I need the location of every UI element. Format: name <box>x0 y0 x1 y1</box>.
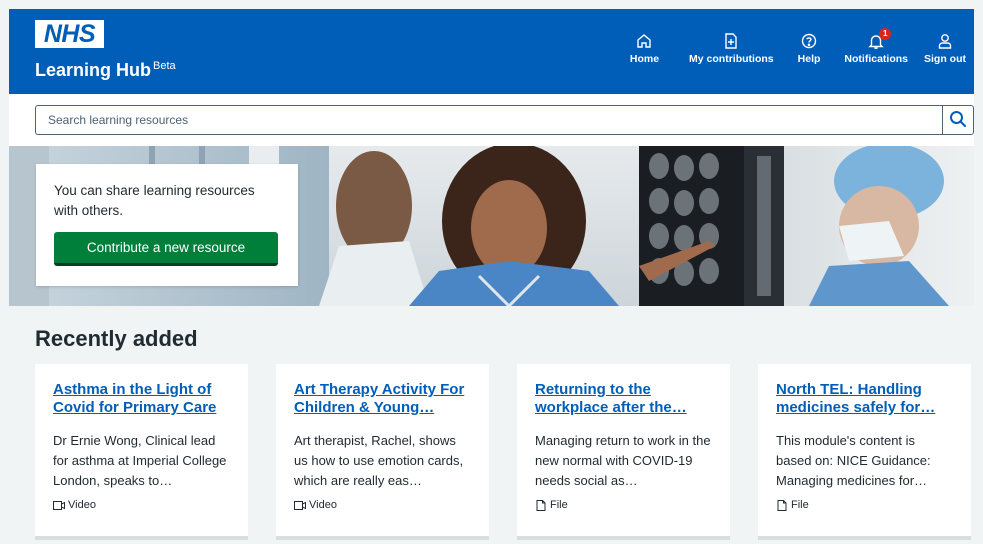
nav-help-label: Help <box>797 53 821 65</box>
resource-card-title[interactable]: North TEL: Handling medicines safely for… <box>776 381 953 417</box>
header-nav: Home My contributions Help 1 Notificatio… <box>622 28 974 82</box>
resource-card-title[interactable]: Art Therapy Activity For Children & Youn… <box>294 381 471 417</box>
resource-type-label: File <box>791 499 809 511</box>
user-icon <box>936 32 954 50</box>
nav-notifications[interactable]: 1 Notifications <box>836 28 916 82</box>
recent-resources-list: Asthma in the Light of Covid for Primary… <box>35 364 975 544</box>
nav-home-label: Home <box>629 53 660 65</box>
resource-type-label: Video <box>309 499 337 511</box>
file-icon <box>536 499 546 511</box>
resource-type: File <box>535 499 712 511</box>
help-icon <box>800 32 818 50</box>
resource-card-description: Art therapist, Rachel, shows us how to u… <box>294 433 464 488</box>
contribute-card-text: You can share learning resources with ot… <box>54 183 255 218</box>
resource-card-description: This module's content is based on: NICE … <box>776 433 931 488</box>
resource-card-title[interactable]: Asthma in the Light of Covid for Primary… <box>53 381 230 417</box>
video-icon <box>294 500 306 510</box>
resource-card: Asthma in the Light of Covid for Primary… <box>35 364 248 540</box>
site-title-text: Learning Hub <box>35 60 151 80</box>
nav-home[interactable]: Home <box>622 32 667 82</box>
search-icon <box>949 110 967 131</box>
contribute-resource-button[interactable]: Contribute a new resource <box>54 232 278 266</box>
resource-card-description: Dr Ernie Wong, Clinical lead for asthma … <box>53 433 227 488</box>
resource-card: Returning to the workplace after the… Ma… <box>517 364 730 540</box>
notification-count-badge: 1 <box>879 28 892 40</box>
resource-card: Art Therapy Activity For Children & Youn… <box>276 364 489 540</box>
site-title[interactable]: Learning Hub Beta <box>35 60 176 81</box>
contributions-icon <box>722 32 740 50</box>
file-icon <box>777 499 787 511</box>
resource-card-title[interactable]: Returning to the workplace after the… <box>535 381 712 417</box>
resource-type: Video <box>294 499 471 511</box>
nav-my-contributions[interactable]: My contributions <box>681 32 782 82</box>
resource-type-label: Video <box>68 499 96 511</box>
resource-card-description: Managing return to work in the new norma… <box>535 433 711 488</box>
bell-icon: 1 <box>867 28 892 50</box>
resource-type: File <box>776 499 953 511</box>
resource-type: Video <box>53 499 230 511</box>
nav-my-contributions-label: My contributions <box>689 53 774 65</box>
nav-help[interactable]: Help <box>790 32 829 82</box>
home-icon <box>635 32 653 50</box>
beta-tag: Beta <box>153 60 176 72</box>
contribute-card: You can share learning resources with ot… <box>36 164 298 286</box>
search-input[interactable] <box>35 105 942 135</box>
hero-banner: You can share learning resources with ot… <box>9 146 974 306</box>
resource-type-label: File <box>550 499 568 511</box>
nav-sign-out-label: Sign out <box>924 53 966 65</box>
search-button[interactable] <box>942 105 974 135</box>
recently-added-heading: Recently added <box>35 326 198 351</box>
site-header: NHS Learning Hub Beta Home My contributio… <box>9 9 974 94</box>
nhs-logo[interactable]: NHS <box>35 20 104 48</box>
resource-card: North TEL: Handling medicines safely for… <box>758 364 971 540</box>
search-bar <box>9 94 974 146</box>
nav-sign-out[interactable]: Sign out <box>916 32 974 82</box>
nhs-logo-text: NHS <box>43 19 96 48</box>
nav-notifications-label: Notifications <box>844 53 908 65</box>
video-icon <box>53 500 65 510</box>
